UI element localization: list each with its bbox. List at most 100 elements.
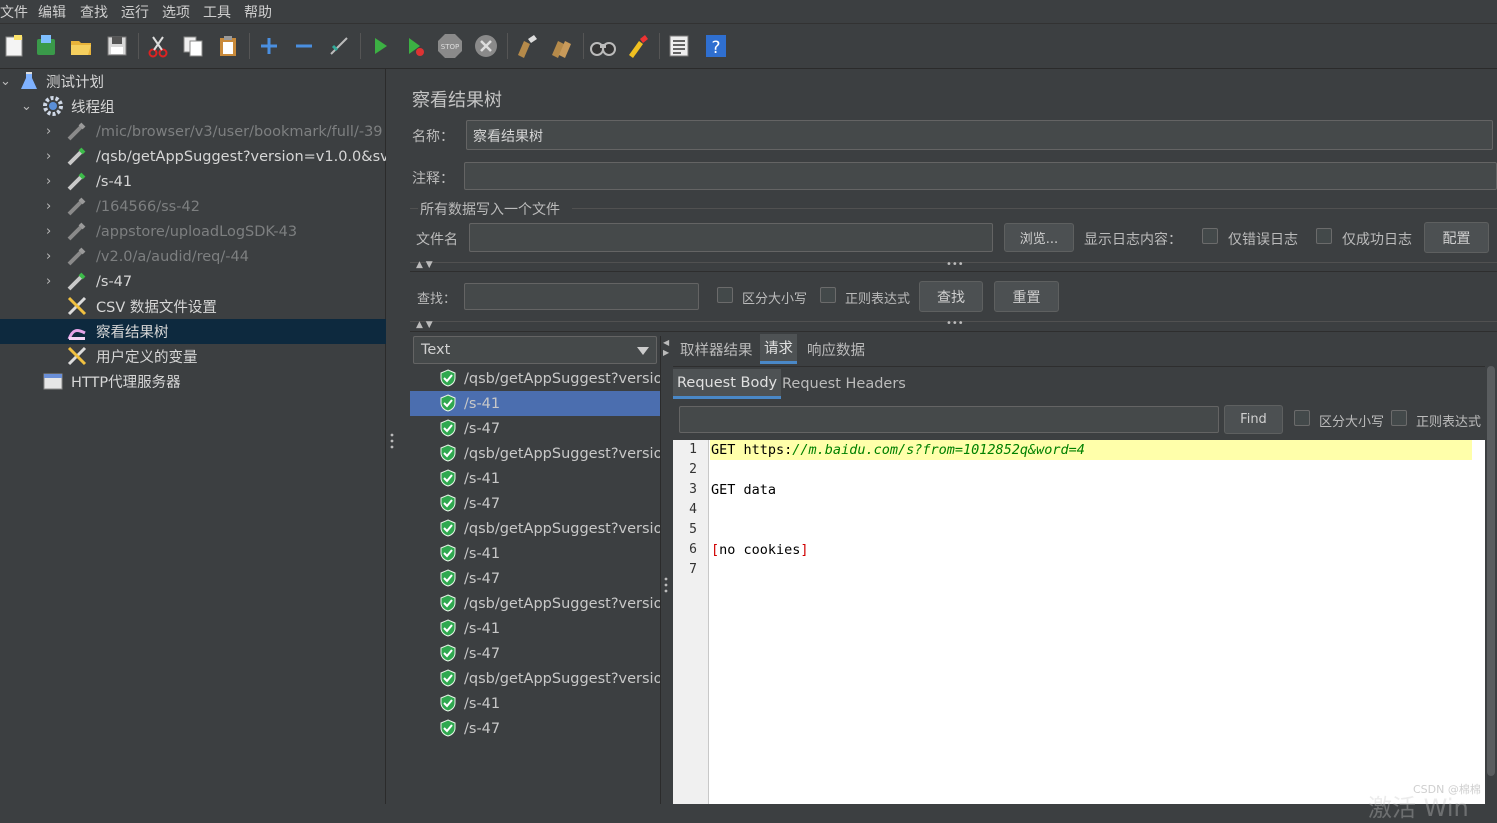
menu-options[interactable]: 选项 — [162, 2, 190, 22]
result-row[interactable]: /s-41 — [410, 691, 660, 716]
menu-edit[interactable]: 编辑 — [38, 2, 66, 22]
tree-item-sampler[interactable]: › /qsb/getAppSuggest?version=v1.0.0&sv=V… — [0, 144, 386, 169]
tree-item-sampler[interactable]: › /mic/browser/v3/user/bookmark/full/-39 — [0, 119, 386, 144]
chevron-right-icon[interactable]: › — [46, 249, 51, 264]
cut-icon[interactable] — [144, 32, 172, 60]
result-row[interactable]: /s-41 — [410, 391, 660, 416]
tree-item-sampler[interactable]: › /appstore/uploadLogSDK-43 — [0, 219, 386, 244]
menu-run[interactable]: 运行 — [121, 2, 149, 22]
expand-icon[interactable] — [255, 32, 283, 60]
result-row[interactable]: /s-47 — [410, 491, 660, 516]
case-sensitive-checkbox[interactable] — [717, 287, 733, 303]
renderer-select[interactable]: Text — [413, 336, 657, 364]
open-icon[interactable] — [67, 32, 95, 60]
stop-icon[interactable]: STOP — [436, 32, 464, 60]
results-splitter[interactable]: ◀ ▶ — [660, 336, 671, 804]
errors-only-checkbox[interactable] — [1202, 228, 1218, 244]
new-icon[interactable] — [0, 32, 28, 60]
tab-sampler-result[interactable]: 取样器结果 — [676, 334, 757, 364]
tab-request-body[interactable]: Request Body — [673, 369, 782, 399]
search-icon[interactable] — [589, 32, 617, 60]
tree-splitter[interactable] — [386, 69, 398, 804]
chevron-right-icon[interactable]: › — [46, 174, 51, 189]
filename-field[interactable] — [469, 223, 993, 252]
collapse-arrows-icon[interactable]: ▲ ▼ — [416, 320, 433, 330]
request-body-editor[interactable]: 1 2 3 4 5 6 7 GET https://m.baidu.com/s?… — [673, 440, 1485, 804]
tree-item-sampler[interactable]: › /v2.0/a/audid/req/-44 — [0, 244, 386, 269]
chevron-right-icon[interactable]: › — [46, 124, 51, 139]
find-button[interactable]: Find — [1224, 405, 1283, 434]
save-icon[interactable] — [103, 32, 131, 60]
copy-icon[interactable] — [179, 32, 207, 60]
body-case-sensitive-checkbox[interactable] — [1294, 410, 1310, 426]
function-helper-icon[interactable] — [665, 32, 693, 60]
tree-item-sampler[interactable]: › /s-47 — [0, 269, 386, 294]
result-row[interactable]: /s-47 — [410, 716, 660, 741]
result-row[interactable]: /s-47 — [410, 566, 660, 591]
templates-icon[interactable] — [32, 32, 60, 60]
drag-handle-icon[interactable]: ••• — [946, 259, 964, 270]
start-no-pause-icon[interactable] — [401, 32, 429, 60]
clear-icon[interactable] — [513, 32, 541, 60]
menu-file[interactable]: 文件 — [0, 2, 28, 22]
chevron-right-icon[interactable]: › — [46, 199, 51, 214]
chevron-down-icon — [637, 347, 649, 355]
name-field[interactable]: 察看结果树 — [466, 120, 1493, 150]
toggle-icon[interactable] — [325, 32, 353, 60]
line-number: 6 — [689, 542, 697, 557]
result-label: /s-41 — [464, 545, 501, 562]
shutdown-icon[interactable] — [472, 32, 500, 60]
chevron-right-icon[interactable]: › — [46, 149, 51, 164]
tree-item-view-results-tree[interactable]: 察看结果树 — [0, 319, 386, 344]
collapse-arrows-icon[interactable]: ▲ ▼ — [416, 260, 433, 270]
result-row[interactable]: /qsb/getAppSuggest?version= — [410, 516, 660, 541]
tree-item-user-variables[interactable]: 用户定义的变量 — [0, 344, 386, 369]
tab-request[interactable]: 请求 — [760, 334, 797, 364]
menu-tools[interactable]: 工具 — [203, 2, 231, 22]
chevron-down-icon[interactable]: ⌄ — [0, 74, 11, 89]
tree-item-sampler[interactable]: › /164566/ss-42 — [0, 194, 386, 219]
result-row[interactable]: /s-47 — [410, 641, 660, 666]
tree-item-sampler[interactable]: › /s-41 — [0, 169, 386, 194]
result-row[interactable]: /s-47 — [410, 416, 660, 441]
tree-item-csv-config[interactable]: CSV 数据文件设置 — [0, 294, 386, 319]
regex-checkbox[interactable] — [820, 287, 836, 303]
start-icon[interactable] — [366, 32, 394, 60]
search-input[interactable] — [464, 283, 699, 310]
tree-item-thread-group[interactable]: ⌄ 线程组 — [0, 94, 386, 119]
config-button[interactable]: 配置 — [1424, 222, 1489, 253]
chevron-down-icon[interactable]: ⌄ — [21, 99, 32, 114]
body-regex-checkbox[interactable] — [1391, 410, 1407, 426]
chevron-right-icon[interactable]: › — [46, 224, 51, 239]
comment-field[interactable] — [464, 162, 1497, 190]
vertical-scrollbar[interactable] — [1485, 366, 1497, 804]
tab-response-data[interactable]: 响应数据 — [803, 334, 869, 364]
result-row[interactable]: /qsb/getAppSuggest?version= — [410, 591, 660, 616]
tab-request-headers[interactable]: Request Headers — [778, 369, 910, 399]
result-row[interactable]: /s-41 — [410, 466, 660, 491]
chevron-right-icon[interactable]: › — [46, 274, 51, 289]
body-search-input[interactable] — [679, 406, 1219, 433]
paste-icon[interactable] — [214, 32, 242, 60]
reset-button[interactable]: 重置 — [994, 281, 1059, 312]
result-row[interactable]: /qsb/getAppSuggest?version= — [410, 666, 660, 691]
collapse-icon[interactable] — [290, 32, 318, 60]
drag-handle-icon[interactable]: ••• — [946, 318, 964, 329]
clear-all-icon[interactable] — [548, 32, 576, 60]
result-row[interactable]: /qsb/getAppSuggest?version= — [410, 366, 660, 391]
menu-help[interactable]: 帮助 — [244, 2, 272, 22]
help-icon[interactable]: ? — [702, 32, 730, 60]
search-button[interactable]: 查找 — [919, 281, 983, 312]
menu-bar: 文件 编辑 查找 运行 选项 工具 帮助 — [0, 0, 1497, 24]
collapse-arrows-icon[interactable]: ◀ ▶ — [663, 338, 669, 358]
result-row[interactable]: /qsb/getAppSuggest?version= — [410, 441, 660, 466]
scrollbar-thumb[interactable] — [1487, 366, 1495, 776]
reset-search-icon[interactable] — [624, 32, 652, 60]
menu-search[interactable]: 查找 — [80, 2, 108, 22]
tree-item-http-proxy[interactable]: HTTP代理服务器 — [0, 369, 386, 394]
result-row[interactable]: /s-41 — [410, 616, 660, 641]
success-only-checkbox[interactable] — [1316, 228, 1332, 244]
browse-button[interactable]: 浏览... — [1004, 223, 1074, 252]
tree-item-test-plan[interactable]: ⌄ 测试计划 — [0, 69, 386, 94]
result-row[interactable]: /s-41 — [410, 541, 660, 566]
